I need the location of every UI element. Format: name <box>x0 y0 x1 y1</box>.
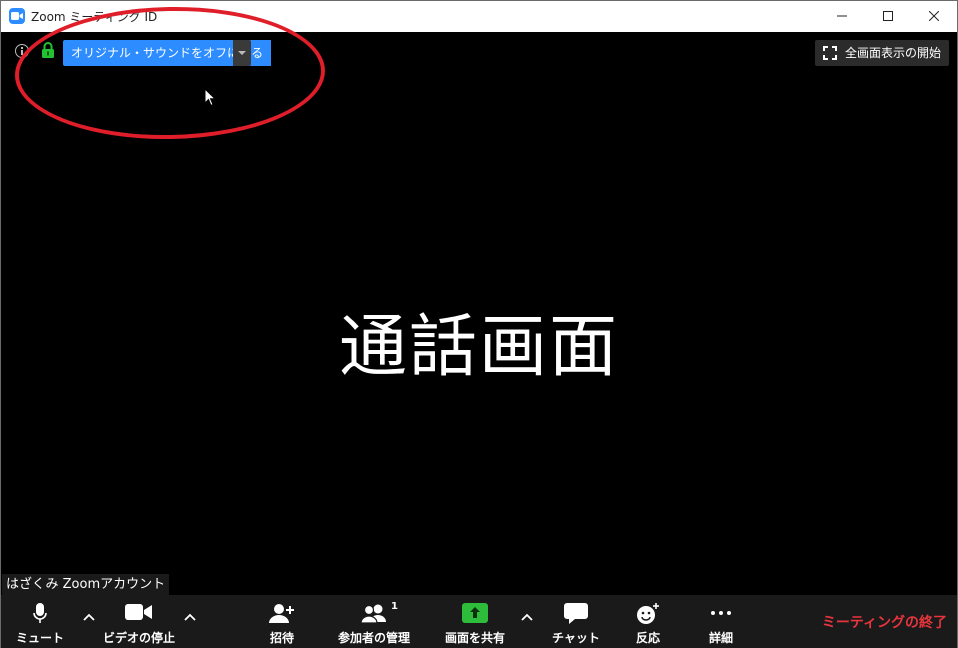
manage-participants-label: 参加者の管理 <box>337 631 410 645</box>
reactions-label: 反応 <box>635 631 660 645</box>
stop-video-label: ビデオの停止 <box>102 631 175 645</box>
chat-label: チャット <box>552 631 600 645</box>
participants-count-badge: 1 <box>391 601 398 612</box>
meeting-toolbar: ミュート ビデオの停止 招待 1 参加者の管理 画面を共有 チャット 反応 詳細… <box>1 595 957 648</box>
manage-participants-button[interactable]: 1 参加者の管理 <box>331 595 417 648</box>
more-label: 詳細 <box>708 631 733 645</box>
close-button[interactable] <box>911 1 957 32</box>
reactions-button[interactable]: 反応 <box>625 595 671 648</box>
chevron-up-icon[interactable] <box>520 612 534 622</box>
minimize-button[interactable] <box>819 1 865 32</box>
maximize-icon <box>883 11 893 21</box>
microphone-icon <box>33 603 47 623</box>
chevron-up-icon[interactable] <box>183 612 197 622</box>
share-screen-label: 画面を共有 <box>444 631 505 645</box>
chat-button[interactable]: チャット <box>551 595 601 648</box>
video-camera-icon <box>125 604 152 620</box>
minimize-icon <box>837 15 847 17</box>
maximize-button[interactable] <box>865 1 911 32</box>
fullscreen-button[interactable]: 全画面表示の開始 <box>814 40 949 66</box>
mute-button[interactable]: ミュート <box>9 595 71 648</box>
zoom-meeting-window: Zoom ミーティング ID オリジナル・サウンドをオフにする 全画面表示の開始… <box>0 0 958 648</box>
mute-label: ミュート <box>15 631 64 645</box>
chevron-up-icon[interactable] <box>82 612 96 622</box>
video-area-text: 通話画面 <box>338 308 619 387</box>
chat-icon <box>564 603 588 624</box>
invite-icon <box>269 604 294 623</box>
close-icon <box>929 11 939 21</box>
invite-label: 招待 <box>269 631 294 645</box>
participant-name-tag: はざくみ Zoomアカウント <box>2 574 170 595</box>
end-meeting-button[interactable]: ミーティングの終了 <box>822 612 947 632</box>
share-screen-icon <box>462 603 488 623</box>
more-icon <box>711 611 731 615</box>
more-button[interactable]: 詳細 <box>698 595 744 648</box>
participants-icon <box>360 604 386 623</box>
fullscreen-icon <box>822 46 837 60</box>
zoom-app-icon <box>9 8 25 24</box>
fullscreen-label: 全画面表示の開始 <box>844 46 941 60</box>
share-screen-button[interactable]: 画面を共有 <box>437 595 513 648</box>
invite-button[interactable]: 招待 <box>259 595 305 648</box>
reactions-icon <box>637 603 659 624</box>
cursor-icon <box>204 88 217 107</box>
stop-video-button[interactable]: ビデオの停止 <box>99 595 179 648</box>
